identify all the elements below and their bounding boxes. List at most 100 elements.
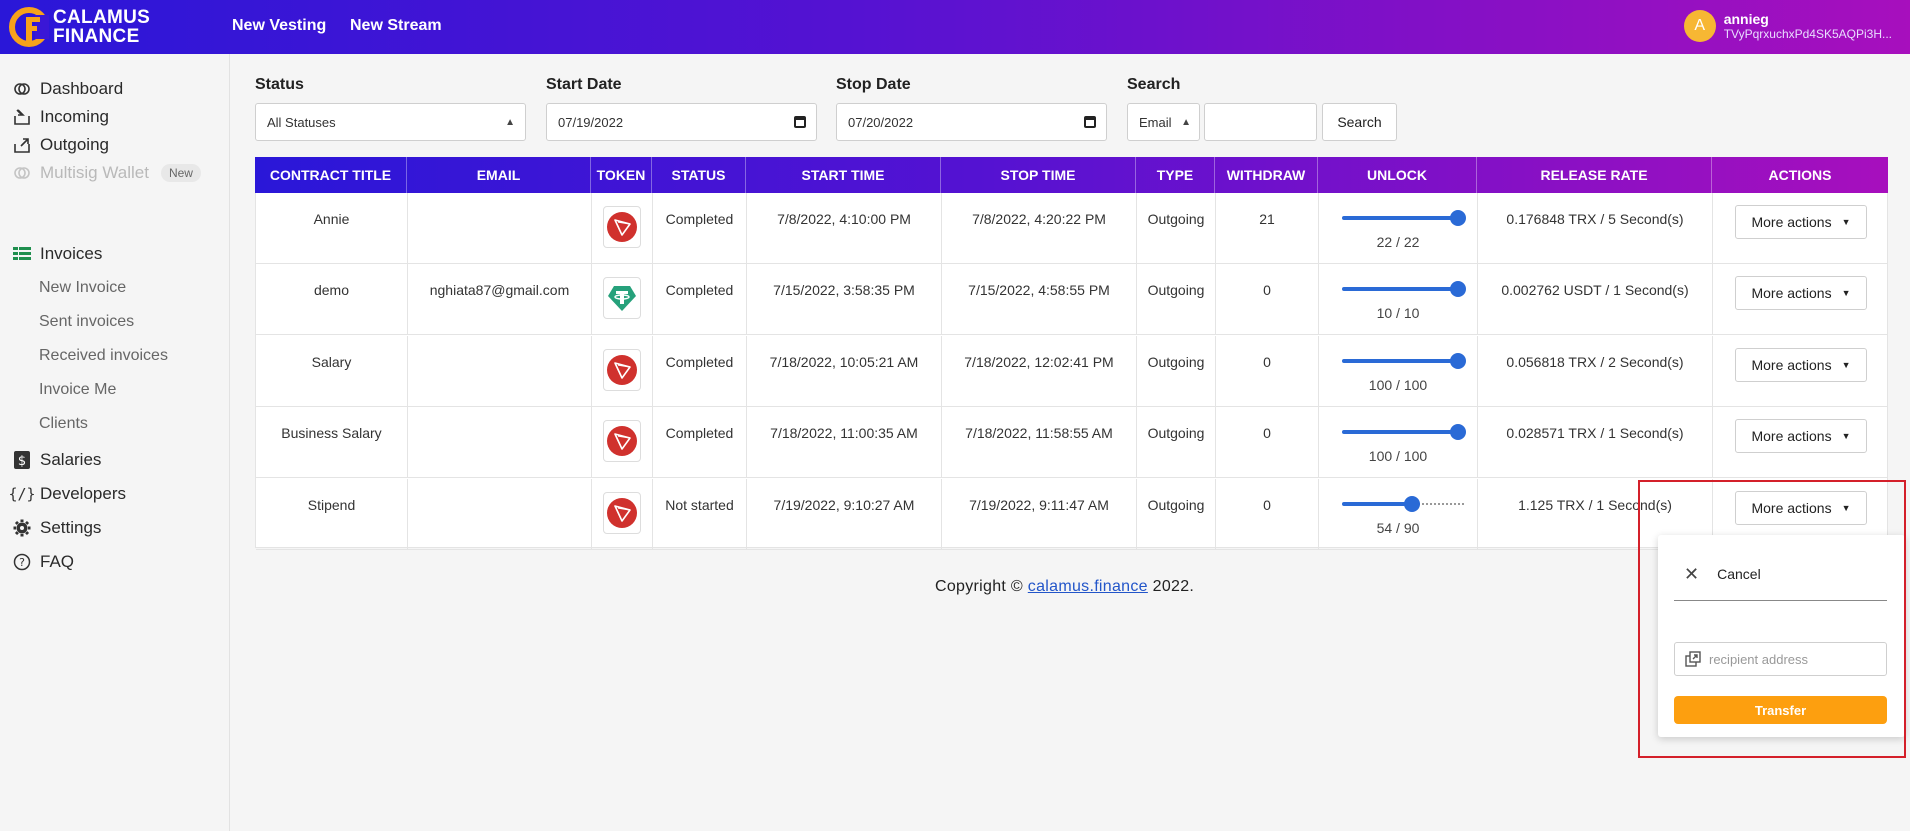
slider-track — [1342, 216, 1456, 220]
search-input[interactable] — [1204, 103, 1317, 141]
search-button[interactable]: Search — [1322, 103, 1397, 141]
sidebar-subitem-sent-invoices[interactable]: Sent invoices — [39, 313, 134, 331]
unlock-value: 10 / 10 — [1376, 305, 1420, 322]
slider-knob[interactable] — [1450, 352, 1466, 369]
nav-new-stream[interactable]: New Stream — [350, 17, 442, 35]
sidebar-item-multisig-wallet[interactable]: Multisig Wallet New — [11, 162, 201, 184]
sidebar-item-label: Dashboard — [40, 79, 124, 98]
column-header[interactable]: EMAIL — [407, 157, 591, 193]
dashboard-icon — [11, 78, 33, 100]
status-cell: Completed — [653, 407, 747, 479]
column-header[interactable]: TYPE — [1136, 157, 1215, 193]
unlock-slider[interactable] — [1342, 280, 1466, 300]
recipient-address-input[interactable] — [1709, 651, 1879, 667]
slider-knob[interactable] — [1450, 424, 1466, 441]
column-header[interactable]: TOKEN — [591, 157, 652, 193]
sidebar-subitem-invoice-me[interactable]: Invoice Me — [39, 381, 116, 399]
sidebar-item-incoming[interactable]: Incoming — [11, 106, 109, 128]
footer-link[interactable]: calamus.finance — [1028, 578, 1148, 595]
svg-text:?: ? — [19, 556, 25, 569]
column-header[interactable]: STOP TIME — [941, 157, 1136, 193]
more-actions-button[interactable]: More actions ▼ — [1735, 276, 1867, 311]
transfer-button[interactable]: Transfer — [1674, 696, 1887, 724]
slider-knob[interactable] — [1450, 281, 1466, 298]
rate-cell: 0.176848 TRX / 5 Second(s) — [1478, 193, 1713, 264]
sidebar-subitem-new-invoice[interactable]: New Invoice — [39, 279, 126, 297]
sidebar-item-label: FAQ — [40, 552, 75, 571]
sidebar-item-settings[interactable]: Settings — [11, 517, 101, 539]
column-header[interactable]: WITHDRAW — [1215, 157, 1318, 193]
table-header: CONTRACT TITLE EMAIL TOKEN STATUS START … — [255, 157, 1888, 193]
more-actions-button[interactable]: More actions ▼ — [1735, 347, 1867, 382]
token-cell — [592, 407, 653, 479]
rate-cell: 0.028571 TRX / 1 Second(s) — [1478, 407, 1713, 479]
sidebar-item-label: Outgoing — [40, 135, 109, 154]
calendar-icon[interactable] — [1084, 116, 1096, 128]
status-select[interactable]: All Statuses ▲ — [255, 103, 526, 141]
search-type-select[interactable]: Email ▲ — [1127, 103, 1200, 141]
slider-knob[interactable] — [1404, 495, 1420, 512]
actions-cell: More actions ▼ — [1713, 336, 1889, 407]
search-text-field[interactable] — [1205, 104, 1316, 140]
unlock-slider[interactable] — [1342, 209, 1466, 229]
slider-knob[interactable] — [1450, 210, 1466, 226]
unlock-value: 54 / 90 — [1376, 519, 1420, 536]
column-header[interactable]: ACTIONS — [1712, 157, 1888, 193]
email-cell: nghiata87@gmail.com — [408, 264, 592, 336]
sidebar-item-developers[interactable]: {/} Developers — [8, 483, 126, 505]
type-cell: Outgoing — [1137, 335, 1216, 407]
sidebar-item-faq[interactable]: ? FAQ — [11, 551, 74, 573]
status-cell: Completed — [653, 335, 747, 407]
sidebar-subitem-clients[interactable]: Clients — [39, 415, 88, 433]
token-cell — [592, 264, 653, 336]
nav-new-vesting[interactable]: New Vesting — [232, 17, 326, 35]
stop-cell: 7/19/2022, 9:11:47 AM — [942, 478, 1137, 550]
unlock-value: 100 / 100 — [1368, 376, 1428, 393]
unlock-slider[interactable] — [1342, 352, 1466, 372]
sidebar-item-outgoing[interactable]: Outgoing — [11, 134, 109, 156]
user-menu[interactable]: A annieg TVyPqrxuchxPd4SK5AQPi3H... — [1683, 10, 1892, 42]
column-header[interactable]: UNLOCK — [1318, 157, 1477, 193]
slider-track — [1342, 501, 1410, 506]
stop-date-label: Stop Date — [836, 76, 911, 93]
more-actions-button[interactable]: More actions ▼ — [1735, 205, 1867, 239]
brand-name: CALAMUS FINANCE — [53, 8, 150, 46]
new-badge: New — [160, 164, 201, 182]
table-row: Salary Completed 7/18/2022, 10:05:21 AM 7/1… — [256, 335, 1889, 407]
start-cell: 7/19/2022, 9:10:27 AM — [747, 478, 942, 550]
cancel-button[interactable]: ✕ Cancel — [1674, 565, 1887, 601]
sidebar-item-invoices[interactable]: Invoices — [11, 243, 102, 265]
more-actions-label: More actions — [1751, 499, 1832, 516]
footer-prefix: Copyright © — [935, 578, 1028, 595]
unlock-cell: 100 / 100 — [1319, 407, 1478, 479]
table-row: Business Salary Completed 7/18/2022, 11:00… — [256, 407, 1887, 479]
type-cell: Outgoing — [1137, 407, 1216, 479]
start-date-input[interactable]: 07/19/2022 — [546, 103, 817, 141]
column-header[interactable]: CONTRACT TITLE — [255, 157, 407, 193]
brand-logo[interactable]: CALAMUS FINANCE — [9, 5, 150, 49]
column-header[interactable]: RELEASE RATE — [1477, 157, 1712, 193]
more-actions-label: More actions — [1751, 285, 1832, 302]
sidebar-item-label: Developers — [40, 484, 126, 503]
sidebar-subitem-received-invoices[interactable]: Received invoices — [39, 347, 168, 365]
stop-date-input[interactable]: 07/20/2022 — [836, 103, 1107, 141]
more-actions-button[interactable]: More actions ▼ — [1735, 490, 1867, 525]
search-type-value: Email — [1139, 114, 1172, 130]
rate-cell: 0.002762 USDT / 1 Second(s) — [1478, 264, 1713, 336]
column-header[interactable]: STATUS — [652, 157, 746, 193]
sidebar-item-dashboard[interactable]: Dashboard — [11, 78, 123, 100]
unlock-value: 100 / 100 — [1368, 448, 1428, 465]
column-header[interactable]: START TIME — [746, 157, 941, 193]
type-cell: Outgoing — [1137, 193, 1216, 264]
more-actions-button[interactable]: More actions ▼ — [1735, 419, 1867, 454]
calendar-icon[interactable] — [794, 116, 806, 128]
sidebar-item-label: Settings — [40, 518, 102, 537]
start-cell: 7/18/2022, 10:05:21 AM — [747, 335, 942, 407]
title-cell: Annie — [256, 193, 408, 264]
unlock-slider[interactable] — [1342, 423, 1466, 443]
start-cell: 7/15/2022, 3:58:35 PM — [747, 264, 942, 336]
unlock-value: 22 / 22 — [1376, 234, 1420, 250]
sidebar-item-salaries[interactable]: $ Salaries — [11, 449, 101, 471]
unlock-slider[interactable] — [1342, 495, 1464, 515]
recipient-address-field[interactable] — [1674, 642, 1887, 676]
